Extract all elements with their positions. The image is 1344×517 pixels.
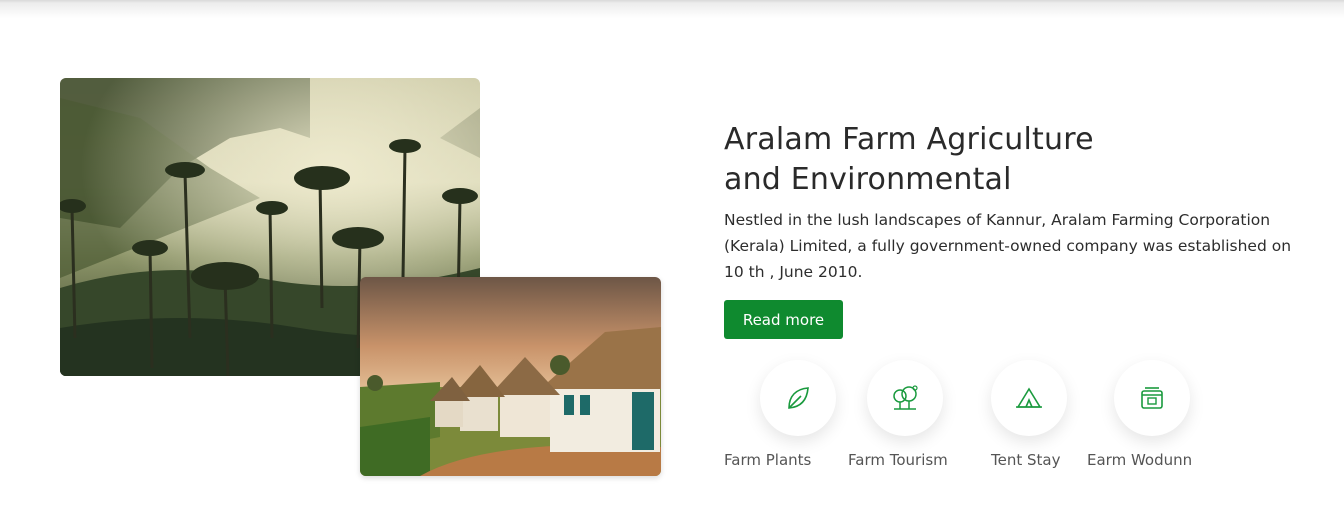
feature-icon-circle — [867, 360, 943, 436]
feature-label: Farm Tourism — [848, 451, 948, 469]
feature-farm-tourism[interactable]: Farm Tourism — [848, 360, 988, 475]
read-more-button[interactable]: Read more — [724, 300, 843, 339]
trees-icon — [893, 385, 918, 410]
feature-label: Farm Plants — [724, 451, 812, 469]
feature-farm-plants[interactable]: Farm Plants — [724, 360, 864, 475]
village-huts-image — [360, 277, 661, 476]
title-line-2: and Environmental — [724, 162, 1012, 197]
feature-farm-store[interactable]: Earm Wodunn — [1087, 360, 1237, 475]
tent-icon — [1016, 387, 1042, 408]
leaf-icon — [788, 387, 809, 409]
store-icon — [1141, 387, 1163, 409]
feature-icon-circle — [991, 360, 1067, 436]
feature-icon-circle — [1114, 360, 1190, 436]
title-line-1: Aralam Farm Agriculture — [724, 122, 1094, 157]
intro-description: Nestled in the lush landscapes of Kannur… — [724, 211, 1292, 281]
feature-label: Earm Wodunn — [1087, 451, 1193, 469]
page-title: Aralam Farm Agriculture and Environmenta… — [724, 120, 1244, 200]
feature-icon-circle — [760, 360, 836, 436]
header-shadow — [0, 0, 1344, 18]
feature-label: Tent Stay — [991, 451, 1061, 469]
